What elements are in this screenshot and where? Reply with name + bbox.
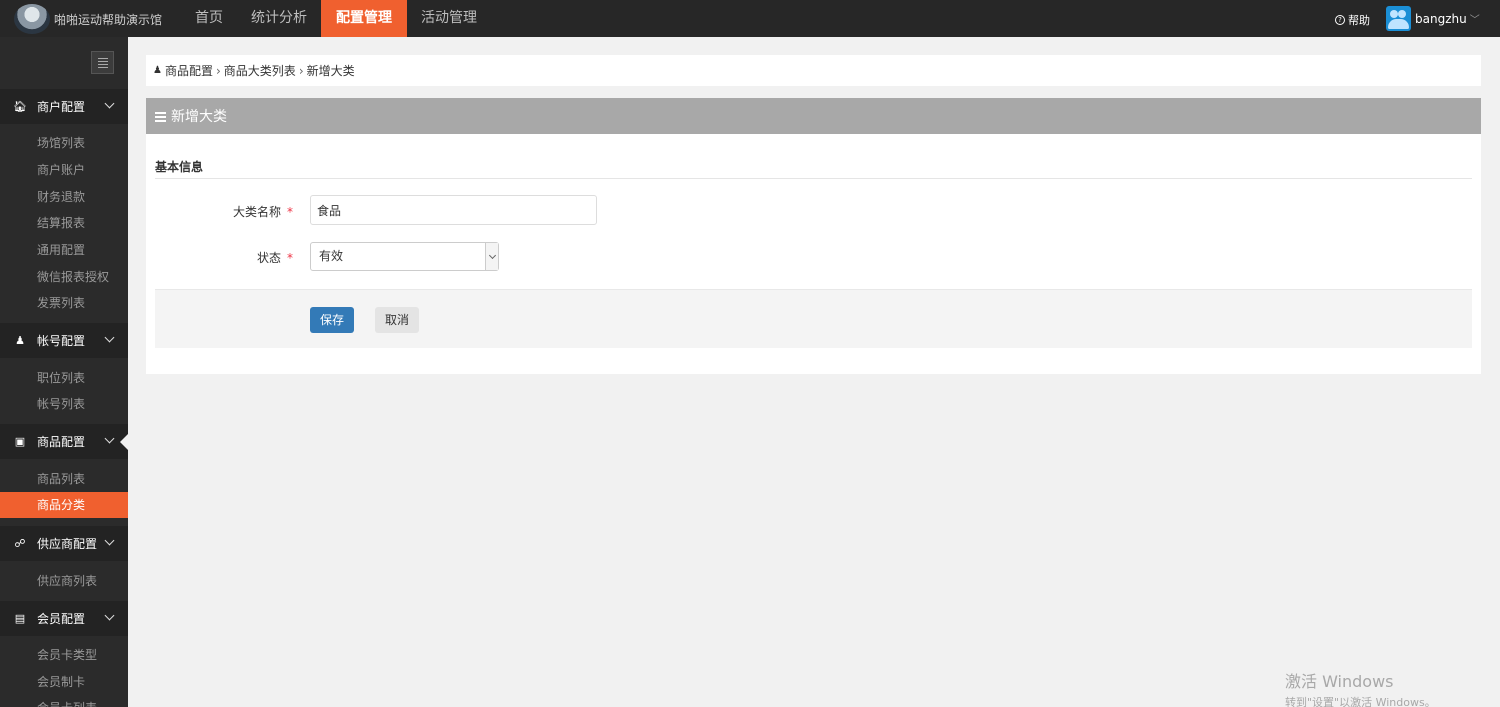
breadcrumb: ♟ 商品配置 › 商品大类列表 › 新增大类: [146, 55, 1481, 86]
breadcrumb-current: 新增大类: [306, 64, 355, 78]
sidebar-item-supplier-list[interactable]: 供应商列表: [0, 568, 128, 594]
nav-config[interactable]: 配置管理: [321, 0, 407, 37]
avatar: [1386, 6, 1411, 31]
sidebar-item-position-list[interactable]: 职位列表: [0, 365, 128, 391]
sidebar-group-merchant[interactable]: 🏠︎ 商户配置: [0, 89, 128, 124]
sidebar-group-label: 商户配置: [37, 100, 86, 114]
user-menu[interactable]: bangzhu ﹀: [1386, 6, 1480, 31]
sidebar: 🏠︎ 商户配置 场馆列表 商户账户 财务退款 结算报表 通用配置 微信报表授权 …: [0, 37, 128, 707]
sidebar-item-invoice-list[interactable]: 发票列表: [0, 290, 128, 316]
category-name-input[interactable]: [310, 195, 597, 225]
sidebar-group-label: 商品配置: [37, 435, 86, 449]
sidebar-item-general-config[interactable]: 通用配置: [0, 237, 128, 263]
cancel-button[interactable]: 取消: [375, 307, 420, 333]
status-field-label: 状态 *: [153, 249, 293, 266]
sidebar-group-goods[interactable]: ▣ 商品配置: [0, 424, 128, 459]
section-title: 基本信息: [155, 160, 204, 174]
chevron-down-icon: [104, 535, 115, 546]
form-panel: 新增大类 基本信息 大类名称 * 状态 * 有效 保存 取消: [146, 98, 1481, 374]
venue-logo: [14, 4, 50, 34]
sidebar-group-label: 帐号配置: [37, 334, 86, 348]
sidebar-item-wechat-auth[interactable]: 微信报表授权: [0, 264, 128, 290]
user-icon: ♟: [153, 65, 162, 76]
status-label-text: 状态: [256, 251, 281, 265]
breadcrumb-separator: ›: [298, 63, 304, 78]
nav-home[interactable]: 首页: [181, 0, 237, 37]
active-indicator: [120, 434, 128, 450]
status-select-value: 有效: [319, 249, 344, 263]
link-icon: ☍: [14, 537, 26, 550]
top-navbar: 啪啪运动帮助演示馆 首页 统计分析 配置管理 活动管理 ? 帮助 bangzhu…: [0, 0, 1500, 37]
sidebar-toggle-button[interactable]: [91, 51, 114, 74]
status-select[interactable]: 有效: [310, 242, 499, 271]
breadcrumb-item[interactable]: 商品大类列表: [224, 62, 296, 79]
gift-icon: ▣: [14, 435, 26, 448]
breadcrumb-separator: ›: [215, 63, 221, 78]
windows-activation-watermark: 激活 Windows 转到"设置"以激活 Windows。: [1285, 668, 1436, 707]
user-icon: ♟: [15, 334, 25, 347]
divider: [155, 178, 1472, 179]
chevron-down-icon: [485, 243, 498, 270]
chevron-down-icon: [104, 433, 115, 444]
id-card-icon: ▤: [14, 612, 26, 625]
chevron-down-icon: ﹀: [1469, 15, 1480, 26]
username: bangzhu: [1415, 11, 1467, 26]
question-icon: ?: [1335, 15, 1345, 25]
form-actions: 保存 取消: [155, 289, 1472, 348]
chevron-down-icon: [104, 332, 115, 343]
panel-header: 新增大类: [146, 98, 1481, 134]
sidebar-item-settlement-report[interactable]: 结算报表: [0, 210, 128, 236]
brand[interactable]: 啪啪运动帮助演示馆: [14, 3, 162, 35]
save-button[interactable]: 保存: [310, 307, 355, 333]
help-label: 帮助: [1348, 14, 1370, 27]
breadcrumb-item[interactable]: 商品配置: [165, 62, 213, 79]
menu-icon: [155, 111, 166, 122]
sidebar-item-merchant-account[interactable]: 商户账户: [0, 157, 128, 183]
sidebar-item-card-issue[interactable]: 会员制卡: [0, 669, 128, 695]
sidebar-group-supplier[interactable]: ☍ 供应商配置: [0, 526, 128, 561]
brand-name: 啪啪运动帮助演示馆: [54, 12, 163, 27]
sidebar-group-label: 会员配置: [37, 612, 86, 626]
chevron-down-icon: [104, 98, 115, 109]
panel-title: 新增大类: [171, 109, 227, 125]
sidebar-item-venue-list[interactable]: 场馆列表: [0, 130, 128, 156]
sidebar-group-label: 供应商配置: [37, 537, 98, 551]
sidebar-group-member[interactable]: ▤ 会员配置: [0, 601, 128, 636]
sidebar-item-card-list[interactable]: 会员卡列表: [0, 695, 128, 707]
sidebar-item-goods-category[interactable]: 商品分类: [0, 492, 128, 518]
watermark-subtitle: 转到"设置"以激活 Windows。: [1285, 696, 1436, 707]
sidebar-item-goods-list[interactable]: 商品列表: [0, 466, 128, 492]
sidebar-item-refund[interactable]: 财务退款: [0, 184, 128, 210]
help-link[interactable]: ? 帮助: [1335, 12, 1370, 28]
required-marker: *: [287, 205, 293, 219]
name-label-text: 大类名称: [232, 205, 281, 219]
name-field-label: 大类名称 *: [153, 203, 293, 220]
sidebar-item-account-list[interactable]: 帐号列表: [0, 391, 128, 417]
main-nav: 首页 统计分析 配置管理 活动管理: [181, 0, 491, 37]
watermark-title: 激活 Windows: [1285, 672, 1394, 691]
required-marker: *: [287, 251, 293, 265]
nav-activities[interactable]: 活动管理: [407, 0, 491, 37]
sidebar-group-account[interactable]: ♟ 帐号配置: [0, 323, 128, 358]
nav-statistics[interactable]: 统计分析: [237, 0, 321, 37]
home-icon: 🏠︎: [13, 100, 27, 113]
sidebar-item-card-type[interactable]: 会员卡类型: [0, 642, 128, 668]
chevron-down-icon: [104, 610, 115, 621]
